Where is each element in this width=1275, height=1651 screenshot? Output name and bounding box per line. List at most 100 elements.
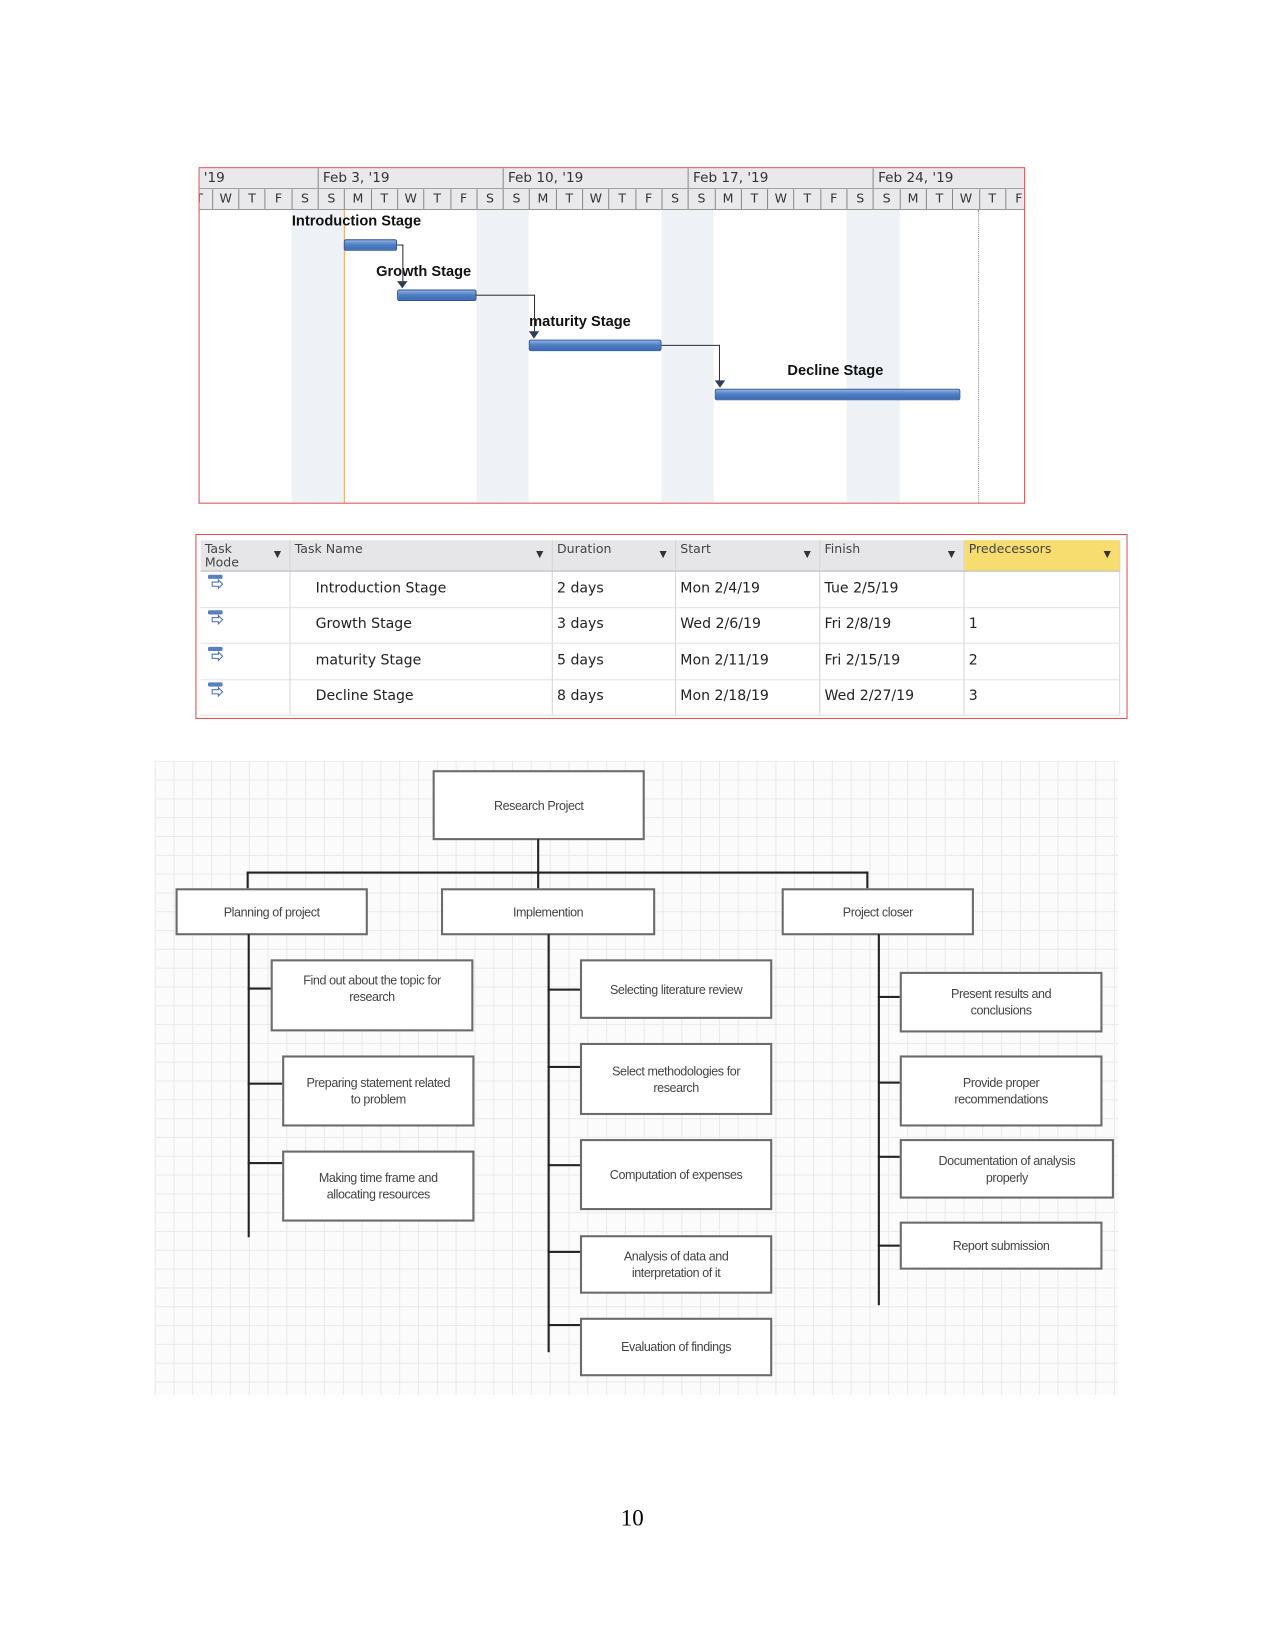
day-letter-cell: M <box>714 189 740 209</box>
day-letter-cell: W <box>396 189 423 209</box>
dropdown-arrow-icon[interactable]: ▼ <box>659 549 666 563</box>
day-letter-cell: F <box>1005 189 1024 209</box>
connector-line <box>877 934 880 1306</box>
weekend-shade <box>317 210 345 503</box>
day-letter-cell: F <box>634 189 661 209</box>
week-label: Feb 3, '19 <box>317 168 390 189</box>
day-letter-cell: M <box>529 189 555 209</box>
day-letter-cell: W <box>582 189 608 209</box>
day-letter-cell: F <box>819 189 846 209</box>
auto-scheduled-task-icon <box>207 610 224 626</box>
connector-line <box>547 1164 582 1167</box>
day-letter-cell: S <box>687 189 714 209</box>
column-header-label: Finish <box>824 541 861 556</box>
connector-line <box>877 995 901 998</box>
cell-name: Decline Stage <box>291 679 553 715</box>
wbs-branch-node: Implemention <box>440 888 656 936</box>
day-letter-cell: T <box>740 189 767 209</box>
task-mode-cell <box>201 679 291 715</box>
wbs-task-node: Evaluation of findings <box>579 1317 773 1377</box>
dependency-link <box>661 344 721 383</box>
gantt-day-header: TWTFSSMTWTFSSMTWTFSSMTWTFSSMTWTF <box>199 189 1025 211</box>
wbs-task-node: Find out about the topic for research <box>270 959 474 1032</box>
week-label: Feb 10, '19 <box>502 168 583 189</box>
connector-line <box>547 1065 582 1068</box>
task-bar-label: Decline Stage <box>787 361 884 379</box>
day-letter-cell: T <box>555 189 582 209</box>
task-bar <box>396 289 477 301</box>
dependency-arrow-icon <box>529 331 540 339</box>
wbs-task-node: Preparing statement related to problem <box>282 1055 475 1127</box>
dropdown-arrow-icon[interactable]: ▼ <box>804 549 811 563</box>
project-end-line <box>978 210 980 503</box>
work-breakdown-structure: Research Project Planning of project Find … <box>154 760 1119 1396</box>
wbs-task-node: Computation of expenses <box>579 1139 773 1211</box>
dropdown-arrow-icon[interactable]: ▼ <box>948 549 955 563</box>
day-letter-cell: W <box>211 189 238 209</box>
cell-predecessors: 2 <box>965 643 1121 679</box>
dependency-arrow-icon <box>714 380 725 388</box>
weekend-shade <box>846 210 873 503</box>
table-row[interactable]: Decline Stage 8 days Mon 2/18/19 Wed 2/27/1… <box>200 679 1121 716</box>
auto-scheduled-task-icon <box>207 645 224 662</box>
connector-line <box>247 1162 284 1165</box>
column-header[interactable]: Task Mode ▼ <box>201 540 291 571</box>
column-header-label: Start <box>680 541 711 556</box>
weekend-shade <box>872 210 900 503</box>
table-row[interactable]: maturity Stage 5 days Mon 2/11/19 Fri 2/15/… <box>200 643 1121 680</box>
auto-scheduled-task-icon <box>207 681 224 698</box>
task-mode-cell <box>201 643 291 679</box>
cell-start: Mon 2/11/19 <box>676 643 821 679</box>
cell-finish: Fri 2/15/19 <box>820 643 965 679</box>
wbs-task-node: Report submission <box>899 1221 1103 1270</box>
current-date-line <box>344 210 346 503</box>
day-letter-cell: W <box>767 189 793 209</box>
dropdown-arrow-icon[interactable]: ▼ <box>274 549 281 563</box>
gantt-chart: '19 Feb 3, '19 Feb 10, '19 Feb 17, '19 Feb 2… <box>198 167 1026 504</box>
table-row[interactable]: Growth Stage 3 days Wed 2/6/19 Fri 2/8/19 1 <box>200 607 1121 645</box>
task-bar <box>714 388 960 401</box>
weekend-shade <box>291 210 318 503</box>
task-bar <box>344 239 397 251</box>
dropdown-arrow-icon[interactable]: ▼ <box>536 549 543 563</box>
day-letter-cell: W <box>952 189 978 209</box>
day-letter-cell: T <box>238 189 264 209</box>
cell-duration: 5 days <box>553 643 677 679</box>
column-header[interactable]: Duration ▼ <box>553 540 677 571</box>
weekend-shade <box>476 210 503 503</box>
day-letter-cell: T <box>793 189 820 209</box>
day-letter-cell: M <box>344 189 370 209</box>
table-row[interactable]: Introduction Stage 2 days Mon 2/4/19 Tue 2/… <box>200 571 1121 609</box>
column-header-label: Duration <box>556 541 612 556</box>
connector-line <box>537 839 540 874</box>
column-header[interactable]: Predecessors ▼ <box>964 540 1121 571</box>
connector-line <box>547 1324 582 1327</box>
task-bar <box>529 339 662 352</box>
auto-scheduled-task-icon <box>207 574 224 590</box>
wbs-branch-node: Planning of project <box>175 888 368 936</box>
week-label: Feb 24, '19 <box>872 168 953 189</box>
cell-name: Growth Stage <box>291 607 553 643</box>
day-letter-cell: S <box>872 189 899 209</box>
column-header[interactable]: Finish ▼ <box>820 540 965 571</box>
connector-line <box>877 1081 901 1084</box>
day-letter-cell: T <box>370 189 397 209</box>
day-letter-cell: F <box>449 189 476 209</box>
cell-duration: 8 days <box>553 679 677 715</box>
day-letter-cell: T <box>978 189 1005 209</box>
column-header-label: Task Name <box>294 541 363 556</box>
column-header[interactable]: Task Name ▼ <box>291 540 553 571</box>
cell-finish: Wed 2/27/19 <box>820 679 965 715</box>
column-header[interactable]: Start ▼ <box>676 540 821 571</box>
day-letter-cell: S <box>476 189 502 209</box>
day-letter-cell: T <box>200 189 212 209</box>
cell-finish: Tue 2/5/19 <box>820 571 965 608</box>
wbs-task-node: Selecting literature review <box>579 959 773 1019</box>
dropdown-arrow-icon[interactable]: ▼ <box>1104 549 1111 563</box>
day-letter-cell: S <box>502 189 529 209</box>
day-letter-cell: S <box>317 189 344 209</box>
table-header-row: Task Mode ▼ Task Name ▼ Duration ▼ Start ▼ Finis… <box>200 540 1121 572</box>
dependency-link <box>396 244 404 284</box>
cell-duration: 3 days <box>553 607 677 643</box>
day-letter-cell: S <box>291 189 317 209</box>
